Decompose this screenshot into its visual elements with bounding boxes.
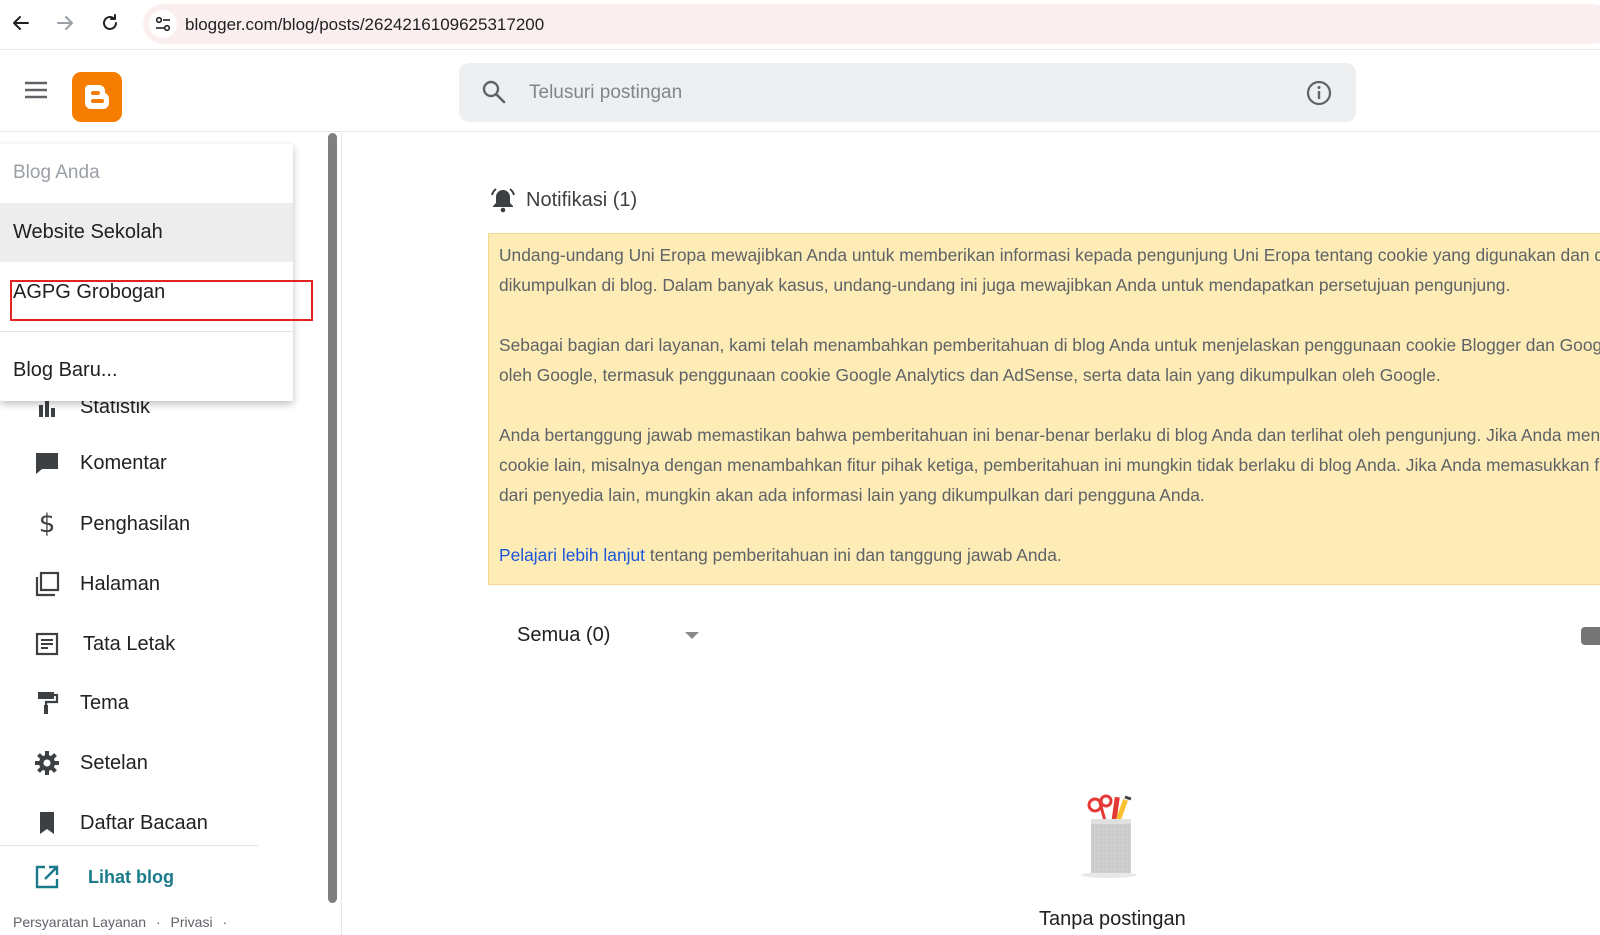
dropdown-header: Blog Anda [13, 162, 100, 183]
notification-header: Notifikasi (1) [490, 185, 637, 215]
forward-button[interactable] [52, 10, 78, 36]
dropdown-item-label: Blog Baru... [13, 359, 118, 381]
cookie-notice: Undang-undang Uni Eropa mewajibkan Anda … [488, 233, 1600, 585]
back-button[interactable] [8, 10, 34, 36]
learn-more-suffix: tentang pemberitahuan ini dan tanggung j… [644, 545, 1062, 565]
dropdown-item-label: Website Sekolah [13, 221, 163, 243]
notice-text: Undang-undang Uni Eropa mewajibkan Anda … [499, 245, 1600, 265]
comment-icon [33, 449, 61, 477]
pages-icon [33, 570, 61, 598]
sidebar-border [341, 133, 342, 935]
layout-icon [33, 630, 61, 658]
info-icon [1306, 80, 1332, 106]
empty-state-text: Tanpa postingan [1039, 908, 1186, 930]
caret-down-icon [685, 632, 699, 639]
search-icon [482, 80, 506, 104]
sidebar-footer: Persyaratan Layanan · Privasi · [13, 914, 233, 930]
sidebar-item-tata-letak[interactable]: Tata Letak [0, 615, 300, 673]
sidebar-scrollbar[interactable] [328, 133, 337, 903]
dropdown-item-new-blog[interactable]: Blog Baru... [0, 341, 293, 400]
blogger-b-icon [85, 85, 110, 109]
sidebar-item-daftar-bacaan[interactable]: Daftar Bacaan [0, 794, 300, 852]
label-icon[interactable] [1581, 627, 1600, 645]
sidebar-item-penghasilan[interactable]: $ Penghasilan [0, 495, 300, 553]
dollar-icon: $ [38, 509, 56, 539]
notice-text: Anda bertanggung jawab memastikan bahwa … [499, 425, 1600, 445]
reload-icon [103, 14, 117, 30]
notice-learn-more: Pelajari lebih lanjut tentang pemberitah… [499, 540, 1600, 570]
sidebar-item-label: Penghasilan [80, 512, 191, 535]
footer-separator: · [155, 914, 161, 930]
dropdown-item-website-sekolah[interactable]: Website Sekolah [0, 203, 293, 262]
site-info-button[interactable] [149, 10, 177, 38]
hamburger-icon [25, 81, 47, 99]
notice-text: dikumpulkan di blog. Dalam banyak kasus,… [499, 275, 1511, 295]
blogger-logo[interactable] [72, 72, 122, 122]
reload-button[interactable] [97, 10, 123, 36]
privacy-link[interactable]: Privasi [171, 914, 213, 930]
highlight-annotation [10, 280, 313, 321]
notification-title: Notifikasi (1) [526, 188, 638, 211]
address-bar[interactable]: blogger.com/blog/posts/26242161096253172… [143, 4, 1600, 44]
sidebar-item-tema[interactable]: Tema [0, 674, 300, 732]
notice-text: Sebagai bagian dari layanan, kami telah … [499, 335, 1600, 355]
bookmark-icon [33, 809, 61, 837]
paint-roller-icon [33, 689, 61, 717]
tune-icon [155, 16, 171, 32]
sidebar-item-label: Tema [80, 691, 129, 714]
app-header [0, 51, 1600, 132]
sidebar-item-label: Halaman [80, 572, 161, 595]
view-blog-label: Lihat blog [88, 867, 174, 887]
sidebar-item-label: Komentar [80, 451, 167, 474]
sidebar-item-komentar[interactable]: Komentar [0, 434, 300, 492]
dropdown-divider [0, 331, 293, 332]
sidebar-item-label: Setelan [80, 751, 148, 774]
sidebar-item-setelan[interactable]: Setelan [0, 734, 300, 792]
blog-switcher-dropdown: Blog Anda Website Sekolah AGPG Grobogan … [0, 144, 293, 401]
sidebar-divider [0, 845, 258, 846]
view-blog-link[interactable]: Lihat blog [0, 852, 258, 902]
notice-text: oleh Google, termasuk penggunaan cookie … [499, 365, 1441, 385]
learn-more-link[interactable]: Pelajari lebih lanjut [499, 545, 645, 565]
arrow-right-icon [57, 16, 73, 30]
search-bar [459, 63, 1356, 122]
post-filter-dropdown[interactable]: Semua (0) [517, 618, 707, 654]
url-text: blogger.com/blog/posts/26242161096253172… [185, 15, 545, 34]
search-input[interactable] [529, 63, 1229, 122]
sidebar-item-halaman[interactable]: Halaman [0, 555, 300, 613]
pencil-cup-illustration [1075, 793, 1145, 878]
arrow-left-icon [13, 16, 29, 30]
notice-text: dari penyedia lain, mungkin akan ada inf… [499, 485, 1205, 505]
filter-label: Semua (0) [517, 624, 611, 646]
sidebar-item-label: Daftar Bacaan [80, 811, 208, 834]
hamburger-menu-button[interactable] [22, 78, 50, 102]
browser-toolbar: blogger.com/blog/posts/26242161096253172… [0, 0, 1600, 50]
notice-text: cookie lain, misalnya dengan menambahkan… [499, 455, 1600, 475]
footer-separator: · [222, 914, 228, 930]
open-in-new-icon [35, 865, 59, 889]
sidebar-item-label: Tata Letak [83, 632, 176, 655]
terms-link[interactable]: Persyaratan Layanan [13, 914, 146, 930]
bell-icon [491, 188, 515, 213]
gear-icon [33, 749, 61, 777]
